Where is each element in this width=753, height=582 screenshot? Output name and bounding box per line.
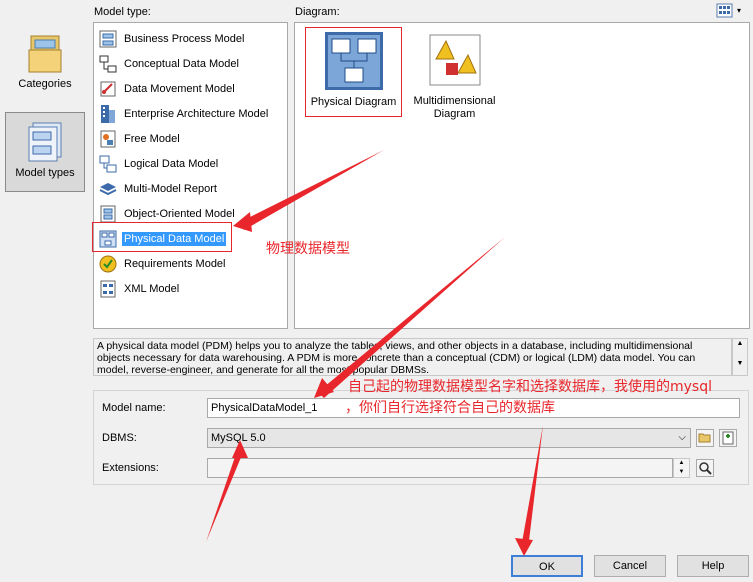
folder-open-icon xyxy=(698,433,711,443)
annotation-name-note-line1: 自己起的物理数据模型名字和选择数据库，我使用的mysql xyxy=(348,379,712,395)
list-item-free-model[interactable]: Free Model xyxy=(98,127,182,151)
model-type-list[interactable]: Business Process Model Conceptual Data M… xyxy=(93,22,288,329)
enterprise-architecture-icon xyxy=(101,105,115,123)
extensions-spinner[interactable]: ▲ ▼ xyxy=(673,458,690,478)
cancel-button[interactable]: Cancel xyxy=(594,555,666,577)
nav-categories-label: Categories xyxy=(18,78,72,90)
model-types-icon xyxy=(28,122,62,162)
diagram-physical-label: Physical Diagram xyxy=(310,96,397,108)
data-movement-icon xyxy=(100,81,116,97)
xml-model-icon xyxy=(100,280,116,298)
list-item-requirements[interactable]: Requirements Model xyxy=(98,252,228,276)
business-process-icon xyxy=(99,30,117,48)
chevron-down-icon: ⌵ xyxy=(678,432,686,443)
list-item-business-process[interactable]: Business Process Model xyxy=(98,27,246,51)
description-box: A physical data model (PDM) helps you to… xyxy=(93,338,732,376)
dbms-browse-button[interactable] xyxy=(696,429,714,447)
annotation-pdm-note: 物理数据模型 xyxy=(266,241,350,257)
object-oriented-icon xyxy=(100,205,116,223)
description-text: A physical data model (PDM) helps you to… xyxy=(97,340,696,376)
list-item-label: Data Movement Model xyxy=(124,83,235,95)
list-item-label: Requirements Model xyxy=(124,258,226,270)
description-scrollbar[interactable]: ▲ ▼ xyxy=(732,338,748,376)
list-item-label: Conceptual Data Model xyxy=(124,58,239,70)
list-item-label: Enterprise Architecture Model xyxy=(124,108,269,120)
model-type-label: Model type: xyxy=(94,6,151,18)
dbms-label: DBMS: xyxy=(102,432,137,444)
list-item-label: Object-Oriented Model xyxy=(124,208,235,220)
nav-model-types[interactable]: Model types xyxy=(5,112,85,192)
diagram-multidimensional-label: Multidimensional Diagram xyxy=(413,95,496,120)
list-item-conceptual-data[interactable]: Conceptual Data Model xyxy=(98,52,241,76)
nav-model-types-label: Model types xyxy=(15,167,75,179)
view-mode-button[interactable] xyxy=(716,3,734,19)
dbms-properties-button[interactable] xyxy=(719,429,737,447)
logical-data-icon xyxy=(99,155,117,173)
diagram-label: Diagram: xyxy=(295,6,340,18)
list-item-label: Multi-Model Report xyxy=(124,183,217,195)
extensions-input[interactable] xyxy=(207,458,673,478)
diagram-physical[interactable]: Physical Diagram xyxy=(305,27,402,117)
search-icon xyxy=(699,462,712,475)
physical-diagram-icon xyxy=(324,32,383,90)
list-item-logical-data[interactable]: Logical Data Model xyxy=(98,152,220,176)
diagram-panel[interactable]: Physical Diagram Multidimensional Diagra… xyxy=(294,22,750,329)
list-item-label: Free Model xyxy=(124,133,180,145)
list-item-xml-model[interactable]: XML Model xyxy=(98,277,181,301)
diagram-multidimensional[interactable]: Multidimensional Diagram xyxy=(407,27,502,127)
extensions-label: Extensions: xyxy=(102,462,159,474)
multidimensional-diagram-icon xyxy=(429,34,480,86)
folder-icon xyxy=(28,35,62,73)
grid-view-icon xyxy=(716,3,733,18)
list-item-label: XML Model xyxy=(124,283,180,295)
extensions-select-button[interactable] xyxy=(696,459,714,477)
help-button[interactable]: Help xyxy=(677,555,749,577)
dbms-selected-value: MySQL 5.0 xyxy=(211,432,266,444)
free-model-icon xyxy=(100,130,116,148)
list-item-label: Logical Data Model xyxy=(124,158,219,170)
list-item-label: Business Process Model xyxy=(124,33,245,45)
list-item-enterprise-architecture[interactable]: Enterprise Architecture Model xyxy=(98,102,270,126)
conceptual-data-icon xyxy=(99,55,117,73)
dbms-select[interactable]: MySQL 5.0 ⌵ xyxy=(207,428,691,448)
list-item-multi-model-report[interactable]: Multi-Model Report xyxy=(98,177,219,201)
annotation-name-note-line2: ，你们自行选择符合自己的数据库 xyxy=(345,400,555,416)
view-mode-dropdown[interactable]: ▾ xyxy=(737,6,741,15)
nav-categories[interactable]: Categories xyxy=(5,30,85,96)
multi-model-report-icon xyxy=(99,183,117,196)
list-item-data-movement[interactable]: Data Movement Model xyxy=(98,77,237,101)
requirements-icon xyxy=(99,255,117,273)
ok-button[interactable]: OK xyxy=(511,555,583,577)
model-name-label: Model name: xyxy=(102,402,166,414)
highlight-physical-data-model xyxy=(92,222,232,252)
properties-icon xyxy=(722,431,734,445)
